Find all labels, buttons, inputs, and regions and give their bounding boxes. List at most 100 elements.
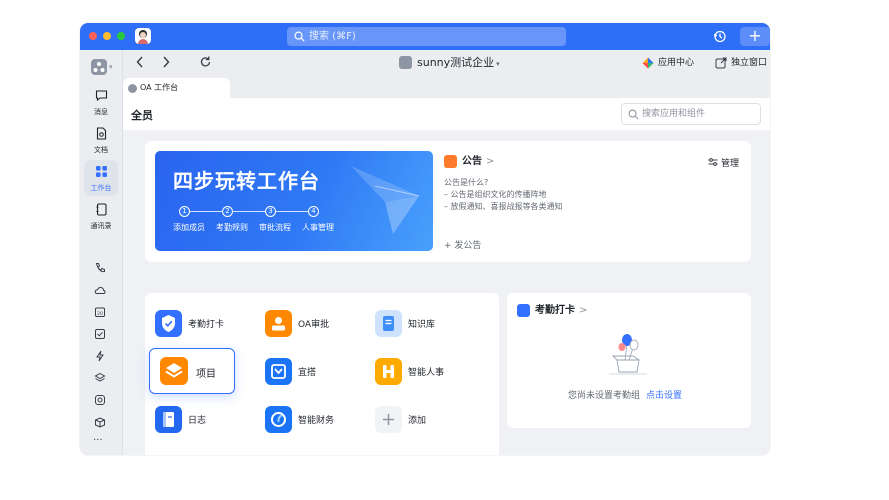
box-icon[interactable] — [94, 416, 106, 428]
notice-line: – 放假通知、喜报战报等各类通知 — [444, 202, 563, 211]
chevron-left-icon — [136, 56, 143, 68]
app-name: 考勤打卡 — [188, 320, 225, 330]
avatar[interactable] — [135, 28, 151, 44]
calendar-icon[interactable]: 20 — [94, 306, 106, 318]
paper-plane-graphic — [351, 166, 420, 234]
apps-card: 考勤打卡 OA审批 知识库 项目 宜搭 智能人事 日志 智能财务 添加 — [145, 293, 499, 455]
sidebar-item-workbench[interactable]: 工作台 — [84, 160, 118, 196]
attendance-empty-text: 您尚未设置考勤组 — [568, 391, 641, 401]
new-button[interactable]: + — [740, 27, 770, 46]
notice-header[interactable]: 公告 > — [444, 155, 494, 169]
settings-sliders-icon — [708, 158, 718, 166]
global-search-placeholder: 搜索 (⌘F) — [309, 31, 356, 42]
organization-icon — [399, 56, 412, 69]
app-smart-finance[interactable]: 智能财务 — [265, 403, 365, 437]
onboarding-banner[interactable]: 四步玩转工作台 1 2 3 4 添加成员 考勤规则 审批流程 人事管理 — [155, 151, 433, 251]
lightning-icon[interactable] — [94, 350, 106, 362]
dingpan-icon[interactable] — [94, 394, 106, 406]
workbench-content: 全员 搜索应用和组件 四步玩转工作台 1 2 3 4 添加成员 考勤规则 审批流… — [123, 98, 770, 455]
attendance-widget-title: 考勤打卡 — [535, 305, 575, 316]
attendance-icon — [155, 310, 182, 337]
app-attendance[interactable]: 考勤打卡 — [155, 307, 255, 341]
search-icon — [628, 109, 639, 120]
sidebar-item-documents[interactable]: 文档 — [84, 122, 118, 158]
notice-description: 公告是什么? – 公告是组织文化的传播阵地 – 放假通知、喜报战报等各类通知 — [444, 177, 563, 213]
app-name: 宜搭 — [298, 368, 317, 378]
sidebar-item-contacts[interactable]: 通讯录 — [84, 198, 118, 234]
sidebar-item-messages[interactable]: 消息 — [84, 84, 118, 120]
chevron-down-icon[interactable]: ▾ — [109, 63, 113, 71]
document-icon — [96, 127, 107, 140]
content-header: 全员 搜索应用和组件 — [123, 98, 770, 130]
banner-steps: 1 2 3 4 — [179, 206, 329, 218]
todo-icon[interactable] — [94, 328, 106, 340]
approval-icon — [265, 310, 292, 337]
chevron-right-icon: > — [486, 156, 495, 167]
app-name: OA审批 — [298, 320, 330, 330]
detach-window-button[interactable]: 独立窗口 — [715, 57, 767, 69]
app-journal[interactable]: 日志 — [155, 403, 255, 437]
add-app-button[interactable]: 添加 — [375, 403, 475, 437]
forward-button[interactable] — [161, 55, 171, 73]
organization-switcher[interactable]: sunny测试企业 ▾ — [399, 55, 500, 72]
app-oa-approval[interactable]: OA审批 — [265, 307, 365, 341]
smart-finance-icon — [265, 406, 292, 433]
tab-bar: OA 工作台 — [123, 76, 770, 98]
contacts-icon — [96, 203, 107, 216]
organization-icon — [128, 84, 137, 93]
workbench-icon — [96, 166, 107, 177]
app-yida[interactable]: 宜搭 — [265, 355, 365, 389]
organization-icon[interactable] — [91, 59, 107, 75]
message-icon — [95, 90, 108, 102]
cloud-icon[interactable] — [94, 284, 106, 296]
add-notice-button[interactable]: + 发公告 — [444, 238, 481, 251]
phone-icon[interactable] — [94, 262, 106, 274]
app-search-placeholder: 搜索应用和组件 — [642, 109, 706, 119]
attendance-setup-link[interactable]: 点击设置 — [646, 391, 682, 401]
app-smart-hr[interactable]: 智能人事 — [375, 355, 475, 389]
app-center-button[interactable]: 应用中心 — [642, 57, 694, 69]
app-window: 搜索 (⌘F) + ▾ 消息 文档 工作台 通讯录 20 ··· sunny测试… — [80, 23, 770, 455]
banner-title: 四步玩转工作台 — [173, 169, 320, 193]
app-project[interactable]: 项目 — [149, 348, 235, 394]
maximize-window-button[interactable] — [117, 32, 125, 40]
svg-text:20: 20 — [97, 311, 103, 317]
chevron-right-icon — [163, 56, 170, 68]
plus-icon — [375, 406, 402, 433]
app-center-icon — [642, 57, 654, 69]
attendance-widget-header[interactable]: 考勤打卡 > — [517, 304, 587, 317]
tab-oa-workbench[interactable]: OA 工作台 — [123, 78, 230, 98]
top-nav: sunny测试企业 ▾ 应用中心 独立窗口 — [123, 50, 770, 76]
app-knowledge-base[interactable]: 知识库 — [375, 307, 475, 341]
project-icon — [160, 357, 188, 385]
organization-name: sunny测试企业 — [417, 56, 495, 69]
empty-state-box-illustration — [609, 334, 647, 375]
back-button[interactable] — [135, 55, 145, 73]
history-icon[interactable] — [713, 27, 727, 46]
app-center-label: 应用中心 — [658, 58, 695, 68]
app-name: 智能人事 — [408, 368, 445, 378]
layers-icon[interactable] — [94, 372, 106, 384]
refresh-button[interactable] — [199, 55, 212, 73]
step-label: 人事管理 — [302, 223, 334, 232]
location-pin-icon — [517, 304, 530, 317]
step-label: 审批流程 — [259, 223, 291, 232]
notice-line: 公告是什么? — [444, 178, 489, 187]
close-window-button[interactable] — [89, 32, 97, 40]
step-marker: 1 — [179, 206, 190, 217]
app-name: 添加 — [408, 416, 427, 426]
global-search-input[interactable]: 搜索 (⌘F) — [287, 27, 566, 46]
refresh-icon — [200, 56, 211, 67]
more-icon[interactable]: ··· — [93, 435, 103, 446]
attendance-widget: 考勤打卡 > 您尚未设置考勤组 点击设置 — [507, 293, 751, 428]
app-search-input[interactable]: 搜索应用和组件 — [621, 103, 761, 125]
sidebar-item-label: 文档 — [94, 146, 108, 154]
smart-hr-icon — [375, 358, 402, 385]
sidebar: ▾ 消息 文档 工作台 通讯录 20 ··· — [80, 50, 123, 455]
step-marker: 3 — [265, 206, 276, 217]
minimize-window-button[interactable] — [103, 32, 111, 40]
notice-line: – 公告是组织文化的传播阵地 — [444, 190, 547, 199]
notice-manage-button[interactable]: 管理 — [708, 156, 739, 169]
title-bar: 搜索 (⌘F) + — [80, 23, 770, 50]
external-window-icon — [715, 57, 727, 69]
